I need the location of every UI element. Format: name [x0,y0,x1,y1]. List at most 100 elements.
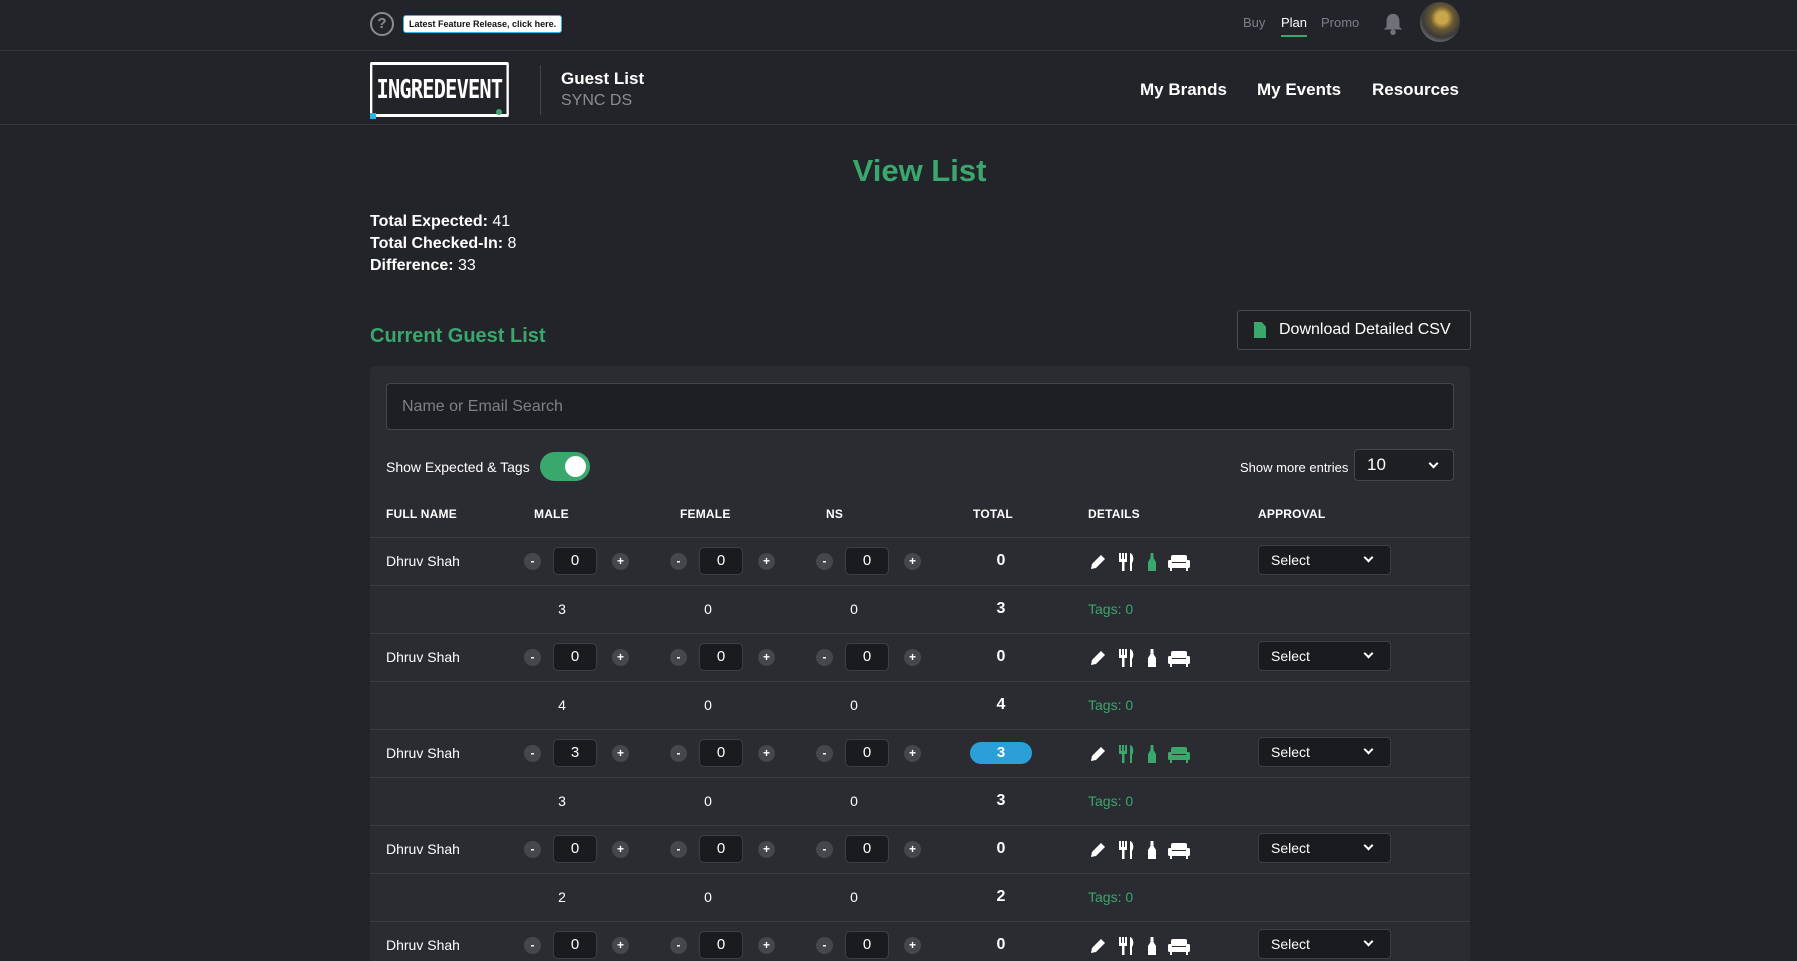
approval-select[interactable]: Select [1258,929,1391,959]
approval-select[interactable]: Select [1258,641,1391,671]
decrement-button[interactable]: - [524,553,541,570]
female-count[interactable]: 0 [699,835,743,863]
decrement-button[interactable]: - [816,841,833,858]
male-count[interactable]: 0 [553,547,597,575]
approval-select[interactable]: Select [1258,833,1391,863]
utensils-icon[interactable] [1117,552,1137,572]
tags-link[interactable]: Tags: 0 [1088,601,1133,617]
approval-select[interactable]: Select [1258,545,1391,575]
utensils-icon[interactable] [1117,840,1137,860]
help-icon[interactable]: ? [370,12,394,36]
increment-button[interactable]: + [904,745,921,762]
tags-link[interactable]: Tags: 0 [1088,889,1133,905]
topnav-plan[interactable]: Plan [1281,15,1308,37]
show-expected-tags-toggle[interactable] [540,452,590,481]
sofa-icon[interactable] [1167,553,1191,571]
topnav-buy[interactable]: Buy [1243,15,1265,30]
male-count[interactable]: 0 [553,835,597,863]
increment-button[interactable]: + [612,841,629,858]
approval-select[interactable]: Select [1258,737,1391,767]
download-csv-button[interactable]: Download Detailed CSV [1237,310,1471,350]
pencil-icon[interactable] [1088,648,1108,668]
ns-count[interactable]: 0 [845,739,889,767]
decrement-button[interactable]: - [524,649,541,666]
increment-button[interactable]: + [758,841,775,858]
expected-ns: 0 [850,697,858,713]
bottle-icon[interactable] [1146,744,1158,764]
user-avatar[interactable] [1420,2,1460,42]
increment-button[interactable]: + [758,649,775,666]
decrement-button[interactable]: - [670,649,687,666]
decrement-button[interactable]: - [670,937,687,954]
guest-name[interactable]: Dhruv Shah [386,937,460,953]
ns-count[interactable]: 0 [845,643,889,671]
guest-name[interactable]: Dhruv Shah [386,553,460,569]
pencil-icon[interactable] [1088,840,1108,860]
sofa-icon[interactable] [1167,649,1191,667]
bottle-icon[interactable] [1146,648,1158,668]
bell-icon[interactable] [1382,12,1404,36]
expected-total: 3 [996,792,1006,809]
current-guest-list-title: Current Guest List [370,325,546,347]
logo-accent-dot [496,109,502,115]
male-count[interactable]: 0 [553,931,597,959]
entries-select[interactable]: 10 [1354,449,1454,481]
ingredevent-logo[interactable]: INGREDEVENT [370,62,509,117]
guest-name[interactable]: Dhruv Shah [386,841,460,857]
increment-button[interactable]: + [758,745,775,762]
increment-button[interactable]: + [904,649,921,666]
total-count: 0 [996,936,1006,953]
nav-my-events[interactable]: My Events [1257,80,1341,100]
increment-button[interactable]: + [904,841,921,858]
increment-button[interactable]: + [904,553,921,570]
topnav-promo[interactable]: Promo [1321,15,1359,30]
bottle-icon[interactable] [1146,840,1158,860]
decrement-button[interactable]: - [816,745,833,762]
female-count[interactable]: 0 [699,931,743,959]
sofa-icon[interactable] [1167,937,1191,955]
tags-link[interactable]: Tags: 0 [1088,697,1133,713]
female-count[interactable]: 0 [699,547,743,575]
table-row: Dhruv Shah -0 + -0 + -0 +0 Select [370,825,1470,873]
ns-count[interactable]: 0 [845,931,889,959]
decrement-button[interactable]: - [524,937,541,954]
increment-button[interactable]: + [612,745,629,762]
decrement-button[interactable]: - [816,937,833,954]
feature-release-badge[interactable]: Latest Feature Release, click here. [403,15,563,33]
increment-button[interactable]: + [612,937,629,954]
nav-my-brands[interactable]: My Brands [1140,80,1227,100]
pencil-icon[interactable] [1088,744,1108,764]
nav-resources[interactable]: Resources [1372,80,1459,100]
male-count[interactable]: 0 [553,643,597,671]
ns-count[interactable]: 0 [845,547,889,575]
pencil-icon[interactable] [1088,936,1108,956]
guest-name[interactable]: Dhruv Shah [386,745,460,761]
male-count[interactable]: 3 [553,739,597,767]
guest-name[interactable]: Dhruv Shah [386,649,460,665]
increment-button[interactable]: + [758,553,775,570]
sofa-icon[interactable] [1167,745,1191,763]
decrement-button[interactable]: - [816,553,833,570]
decrement-button[interactable]: - [670,553,687,570]
bottle-icon[interactable] [1146,552,1158,572]
tags-link[interactable]: Tags: 0 [1088,793,1133,809]
decrement-button[interactable]: - [816,649,833,666]
ns-count[interactable]: 0 [845,835,889,863]
bottle-icon[interactable] [1146,936,1158,956]
female-count[interactable]: 0 [699,739,743,767]
decrement-button[interactable]: - [670,745,687,762]
sofa-icon[interactable] [1167,841,1191,859]
increment-button[interactable]: + [758,937,775,954]
utensils-icon[interactable] [1117,648,1137,668]
increment-button[interactable]: + [904,937,921,954]
decrement-button[interactable]: - [670,841,687,858]
decrement-button[interactable]: - [524,841,541,858]
decrement-button[interactable]: - [524,745,541,762]
pencil-icon[interactable] [1088,552,1108,572]
increment-button[interactable]: + [612,553,629,570]
utensils-icon[interactable] [1117,936,1137,956]
utensils-icon[interactable] [1117,744,1137,764]
name-email-search-input[interactable] [386,383,1454,430]
increment-button[interactable]: + [612,649,629,666]
female-count[interactable]: 0 [699,643,743,671]
